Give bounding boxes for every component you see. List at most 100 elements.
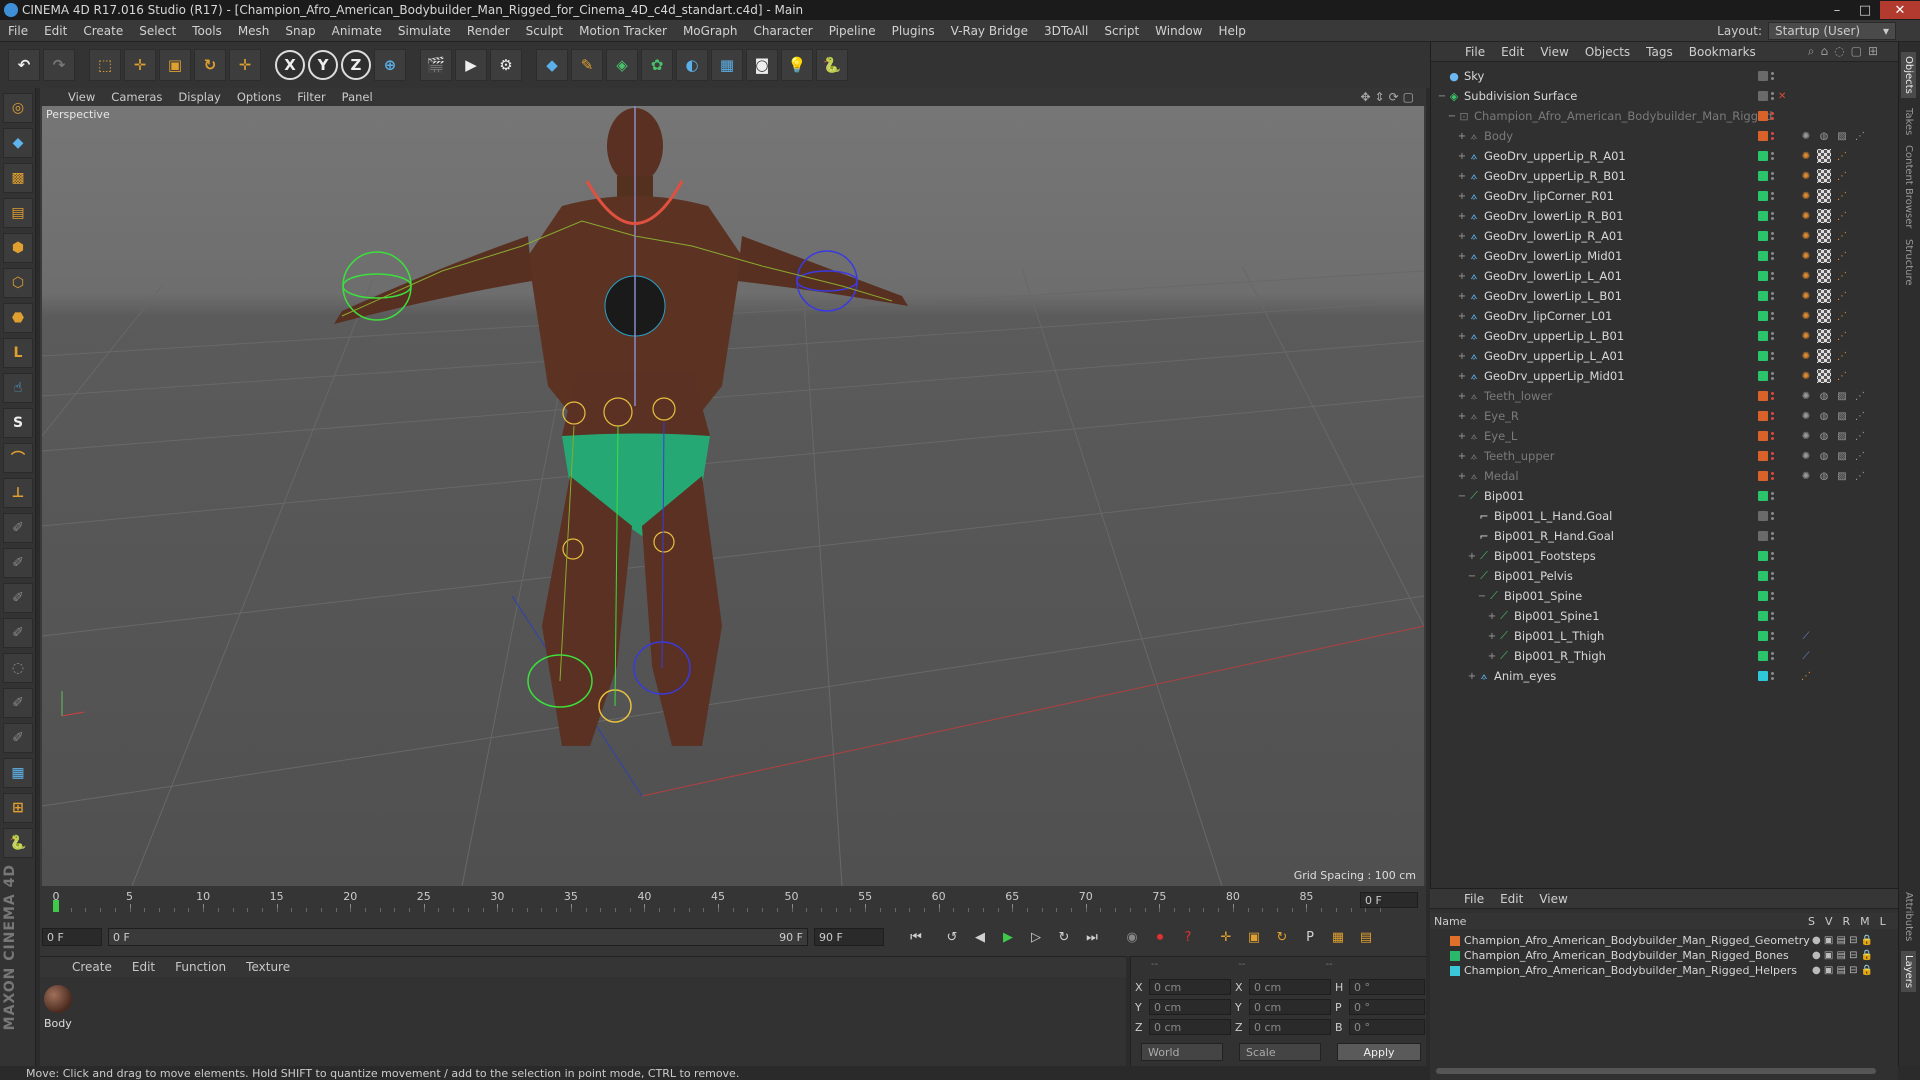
weight-tag-icon[interactable]: ⋰ (1835, 269, 1849, 283)
object-name[interactable]: Bip001_R_Hand.Goal (1494, 529, 1614, 543)
object-name[interactable]: GeoDrv_lipCorner_R01 (1484, 189, 1614, 203)
weight-tag-icon[interactable]: ⋰ (1835, 189, 1849, 203)
texture-tag-icon[interactable] (1817, 169, 1831, 183)
expand-icon[interactable]: + (1467, 671, 1477, 682)
layer-color-swatch[interactable] (1758, 231, 1768, 241)
objmgr-menu-objects[interactable]: Objects (1577, 45, 1638, 59)
go-to-start-icon[interactable]: ⏮ (905, 926, 927, 948)
expand-icon[interactable]: + (1487, 631, 1497, 642)
sculpt-brush-icon[interactable]: ✐ (3, 513, 33, 543)
menu-3dtoall[interactable]: 3DToAll (1036, 24, 1096, 38)
3d-viewport[interactable]: Perspective Grid Spacing : 100 cm (42, 106, 1424, 886)
menu-animate[interactable]: Animate (324, 24, 390, 38)
layer-name[interactable]: Champion_Afro_American_Bodybuilder_Man_R… (1464, 934, 1810, 947)
object-name[interactable]: Teeth_upper (1484, 449, 1554, 463)
editor-render-visibility-toggle[interactable] (1771, 252, 1775, 260)
minimize-button[interactable]: – (1824, 1, 1850, 19)
objmgr-menu-tags[interactable]: Tags (1638, 45, 1681, 59)
timeline-window-icon[interactable]: ▤ (1355, 926, 1377, 948)
editor-render-visibility-toggle[interactable] (1771, 212, 1775, 220)
layer-color-swatch[interactable] (1758, 191, 1768, 201)
layer-color-swatch[interactable] (1758, 471, 1768, 481)
material-menu-edit[interactable]: Edit (122, 960, 165, 974)
object-name[interactable]: Bip001_L_Hand.Goal (1494, 509, 1612, 523)
tab-layers[interactable]: Layers (1901, 951, 1916, 993)
morph-tag-icon[interactable]: ✺ (1799, 209, 1813, 223)
inflate-brush-icon[interactable]: ✐ (3, 688, 33, 718)
objmgr-menu-view[interactable]: View (1532, 45, 1576, 59)
camera-icon[interactable]: ◙ (746, 49, 778, 81)
editor-render-visibility-toggle[interactable] (1771, 392, 1775, 400)
editor-render-visibility-toggle[interactable] (1771, 472, 1775, 480)
object-row[interactable]: ⌐ Bip001_L_Hand.Goal (1431, 506, 1899, 526)
layer-color-swatch[interactable] (1450, 965, 1460, 976)
expand-icon[interactable]: + (1487, 651, 1497, 662)
object-name[interactable]: GeoDrv_upperLip_Mid01 (1484, 369, 1625, 383)
close-button[interactable]: ✕ (1880, 1, 1920, 19)
z-axis-lock-button[interactable]: Z (341, 50, 371, 80)
menu-motion-tracker[interactable]: Motion Tracker (571, 24, 675, 38)
collapse-icon[interactable]: − (1477, 591, 1487, 602)
texture-tag-icon[interactable]: ▨ (1835, 469, 1849, 483)
y-axis-lock-button[interactable]: Y (308, 50, 338, 80)
object-name[interactable]: Bip001_Spine (1504, 589, 1582, 603)
editor-render-visibility-toggle[interactable] (1771, 332, 1775, 340)
morph-tag-icon[interactable]: ✺ (1799, 389, 1813, 403)
editor-render-visibility-toggle[interactable] (1771, 132, 1775, 140)
layermgr-menu-view[interactable]: View (1531, 892, 1575, 906)
editor-render-visibility-toggle[interactable] (1771, 432, 1775, 440)
layer-color-swatch[interactable] (1758, 591, 1768, 601)
object-name[interactable]: Bip001_R_Thigh (1514, 649, 1606, 663)
object-row[interactable]: ⌐ Bip001_R_Hand.Goal (1431, 526, 1899, 546)
viewport-menu-view[interactable]: View (60, 90, 103, 104)
next-frame-icon[interactable]: ▷ (1025, 926, 1047, 948)
object-name[interactable]: Bip001_Spine1 (1514, 609, 1600, 623)
preview-range-slider[interactable]: 0 F 90 F (108, 928, 808, 946)
object-row[interactable]: + ⟋ Bip001_R_Thigh ⟋ (1431, 646, 1899, 666)
texture-tag-icon[interactable] (1817, 309, 1831, 323)
ik-tag-icon[interactable]: ⟋ (1799, 629, 1813, 643)
timeline-ruler[interactable]: 0510152025303540455055606570758085900 F (50, 890, 1418, 912)
layer-color-swatch[interactable] (1758, 311, 1768, 321)
material-menu-function[interactable]: Function (165, 960, 236, 974)
phong-tag-icon[interactable]: ◍ (1817, 469, 1831, 483)
python-script-icon[interactable]: 🐍 (3, 828, 33, 858)
position-z-field[interactable]: 0 cm (1149, 1019, 1231, 1035)
editor-render-visibility-toggle[interactable] (1771, 372, 1775, 380)
workplane-icon[interactable]: ⊥ (3, 478, 33, 508)
texture-tag-icon[interactable] (1817, 229, 1831, 243)
array-mograph-icon[interactable]: ✿ (641, 49, 673, 81)
viewport-menu-filter[interactable]: Filter (289, 90, 333, 104)
render-settings-icon[interactable]: ⚙ (490, 49, 522, 81)
deformer-icon[interactable]: ◐ (676, 49, 708, 81)
object-row[interactable]: + ⟑ GeoDrv_lowerLip_Mid01 ✺ ⋰ (1431, 246, 1899, 266)
render-view-icon[interactable]: 🎬 (420, 49, 452, 81)
editor-render-visibility-toggle[interactable] (1771, 532, 1775, 540)
maximize-button[interactable]: □ (1852, 1, 1878, 19)
menu-character[interactable]: Character (745, 24, 820, 38)
object-row[interactable]: + ⟑ GeoDrv_lowerLip_L_B01 ✺ ⋰ (1431, 286, 1899, 306)
layer-color-swatch[interactable] (1758, 91, 1768, 101)
texture-tag-icon[interactable] (1817, 269, 1831, 283)
weight-tag-icon[interactable]: ⋰ (1853, 129, 1867, 143)
morph-tag-icon[interactable]: ✺ (1799, 469, 1813, 483)
objmgr-menu-file[interactable]: File (1457, 45, 1493, 59)
expand-icon[interactable]: + (1457, 471, 1467, 482)
autokeying-icon[interactable]: ? (1177, 926, 1199, 948)
weight-tag-icon[interactable]: ⋰ (1835, 169, 1849, 183)
move-tool-icon[interactable]: ✛ (124, 49, 156, 81)
morph-tag-icon[interactable]: ✺ (1799, 189, 1813, 203)
texture-tag-icon[interactable] (1817, 189, 1831, 203)
morph-tag-icon[interactable]: ✺ (1799, 329, 1813, 343)
object-row[interactable]: + ⟑ GeoDrv_lipCorner_R01 ✺ ⋰ (1431, 186, 1899, 206)
weight-tag-icon[interactable]: ⋰ (1835, 149, 1849, 163)
tweak-mode-icon[interactable]: ☝ (3, 373, 33, 403)
object-row[interactable]: + ⟑ GeoDrv_lowerLip_R_A01 ✺ ⋰ (1431, 226, 1899, 246)
object-row[interactable]: + ⟑ GeoDrv_lowerLip_L_A01 ✺ ⋰ (1431, 266, 1899, 286)
texture-tag-icon[interactable] (1817, 349, 1831, 363)
morph-tag-icon[interactable]: ✺ (1799, 149, 1813, 163)
editor-render-visibility-toggle[interactable] (1771, 292, 1775, 300)
body-material-swatch[interactable] (44, 985, 72, 1013)
rotation-b-field[interactable]: 0 ° (1349, 1019, 1425, 1035)
menu-help[interactable]: Help (1210, 24, 1253, 38)
